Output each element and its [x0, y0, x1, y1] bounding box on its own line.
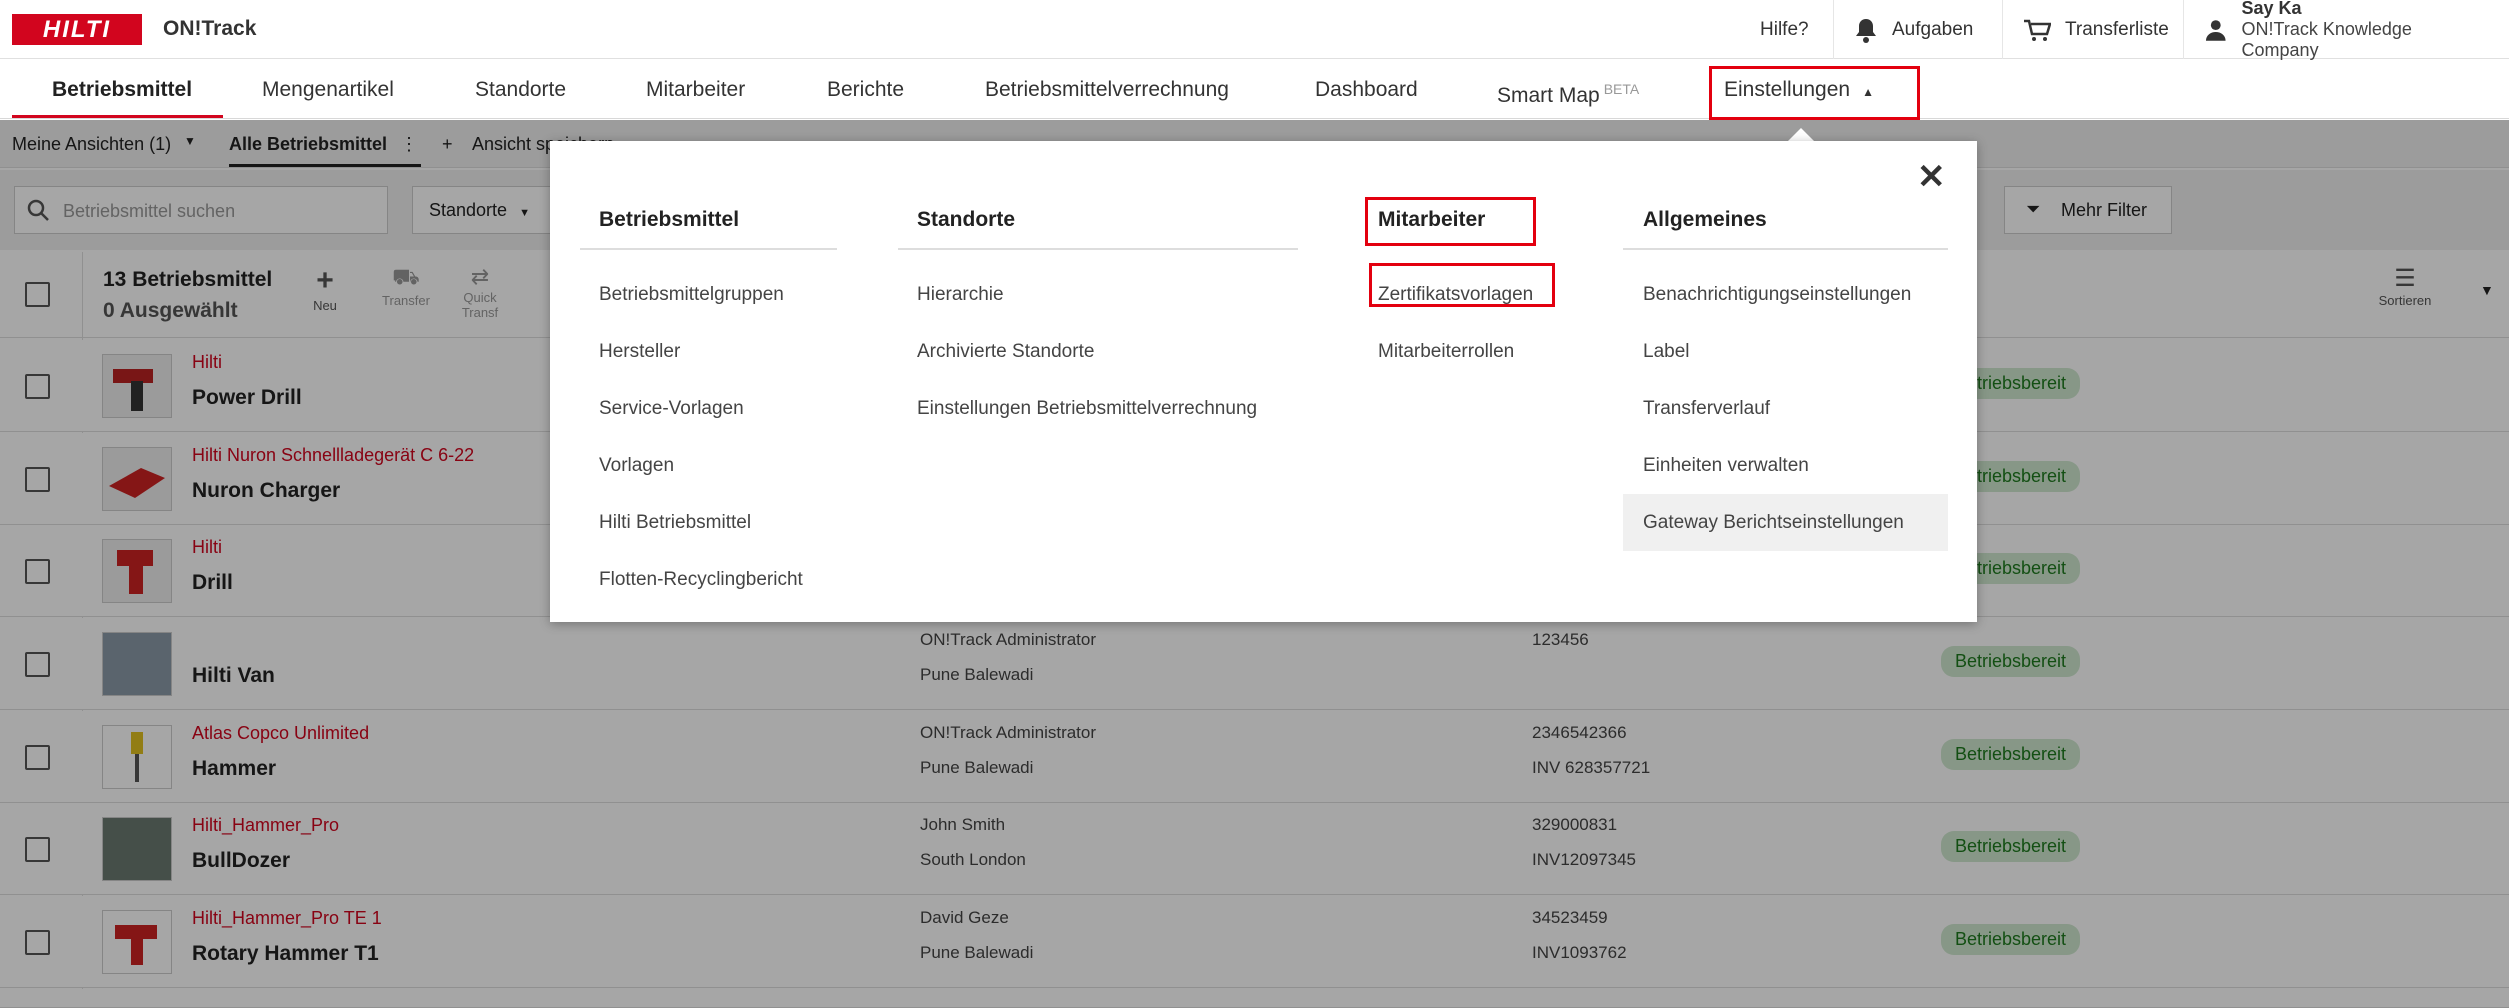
user-icon: [2205, 19, 2226, 41]
app-window: HILTI ON!Track Hilfe? Aufgaben Transferl…: [0, 0, 2509, 1008]
nav-item-smart-map[interactable]: Smart Map BETA: [1497, 60, 1639, 119]
app-name: ON!Track: [163, 17, 257, 40]
menu-item-archivierte-standorte[interactable]: Archivierte Standorte: [898, 323, 1298, 380]
menu-item-service-vorlagen[interactable]: Service-Vorlagen: [580, 380, 837, 437]
company-name: ON!Track Knowledge Company: [2241, 19, 2412, 60]
transfer-list-button[interactable]: Transferliste: [2002, 0, 2189, 59]
cart-icon: [2024, 19, 2051, 41]
user-info: Say Ka ON!Track Knowledge Company: [2242, 0, 2489, 61]
tasks-label: Aufgaben: [1892, 18, 1974, 40]
menu-item-einstellungen-verrechnung[interactable]: Einstellungen Betriebsmittelverrechnung: [898, 380, 1298, 437]
menu-item-flotten-recyclingbericht[interactable]: Flotten-Recyclingbericht: [580, 551, 837, 608]
menu-column-heading: Allgemeines: [1623, 208, 1948, 250]
bell-icon: [1856, 18, 1876, 43]
menu-item-vorlagen[interactable]: Vorlagen: [580, 437, 837, 494]
menu-item-gateway-berichtseinstellungen[interactable]: Gateway Berichtseinstellungen: [1623, 494, 1948, 551]
beta-badge: BETA: [1603, 81, 1640, 97]
help-link[interactable]: Hilfe?: [1740, 0, 1829, 59]
menu-item-hilti-betriebsmittel[interactable]: Hilti Betriebsmittel: [580, 494, 837, 551]
highlight-zertifikatsvorlagen: [1369, 263, 1555, 307]
nav-item-mitarbeiter[interactable]: Mitarbeiter: [646, 60, 745, 119]
menu-item-label[interactable]: Label: [1623, 323, 1948, 380]
nav-item-standorte[interactable]: Standorte: [475, 60, 566, 119]
menu-column-heading: Standorte: [898, 208, 1298, 250]
menu-item-hierarchie[interactable]: Hierarchie: [898, 266, 1298, 323]
highlight-einstellungen: [1709, 66, 1920, 120]
highlight-mitarbeiter-heading: [1365, 197, 1536, 246]
nav-item-mengenartikel[interactable]: Mengenartikel: [262, 60, 394, 119]
menu-item-hersteller[interactable]: Hersteller: [580, 323, 837, 380]
close-icon[interactable]: ✕: [1917, 158, 1946, 196]
nav-item-verrechnung[interactable]: Betriebsmittelverrechnung: [985, 60, 1229, 119]
nav-item-betriebsmittel[interactable]: Betriebsmittel: [52, 60, 192, 119]
transfer-label: Transferliste: [2065, 18, 2169, 40]
nav-item-berichte[interactable]: Berichte: [827, 60, 904, 119]
active-tab-underline: [12, 115, 223, 118]
menu-item-betriebsmittelgruppen[interactable]: Betriebsmittelgruppen: [580, 266, 837, 323]
menu-column-standorte: Standorte Hierarchie Archivierte Standor…: [898, 208, 1298, 437]
nav-item-dashboard[interactable]: Dashboard: [1315, 60, 1418, 119]
smart-map-label: Smart Map: [1497, 84, 1600, 107]
menu-item-benachrichtigungseinstellungen[interactable]: Benachrichtigungseinstellungen: [1623, 266, 1948, 323]
top-bar: HILTI ON!Track Hilfe? Aufgaben Transferl…: [0, 0, 2509, 61]
menu-caret: [1788, 128, 1814, 141]
menu-column-heading: Betriebsmittel: [580, 208, 837, 250]
menu-column-betriebsmittel: Betriebsmittel Betriebsmittelgruppen Her…: [580, 208, 837, 608]
menu-column-allgemeines: Allgemeines Benachrichtigungseinstellung…: [1623, 208, 1948, 551]
tasks-button[interactable]: Aufgaben: [1833, 0, 1993, 59]
user-menu[interactable]: Say Ka ON!Track Knowledge Company: [2183, 0, 2509, 61]
help-label: Hilfe?: [1760, 18, 1809, 40]
main-nav: Betriebsmittel Mengenartikel Standorte M…: [0, 60, 2509, 119]
hilti-logo[interactable]: HILTI: [12, 14, 142, 45]
menu-item-transferverlauf[interactable]: Transferverlauf: [1623, 380, 1948, 437]
menu-item-mitarbeiterrollen[interactable]: Mitarbeiterrollen: [1360, 323, 1620, 380]
menu-item-einheiten-verwalten[interactable]: Einheiten verwalten: [1623, 437, 1948, 494]
user-name: Say Ka: [2241, 0, 2302, 18]
